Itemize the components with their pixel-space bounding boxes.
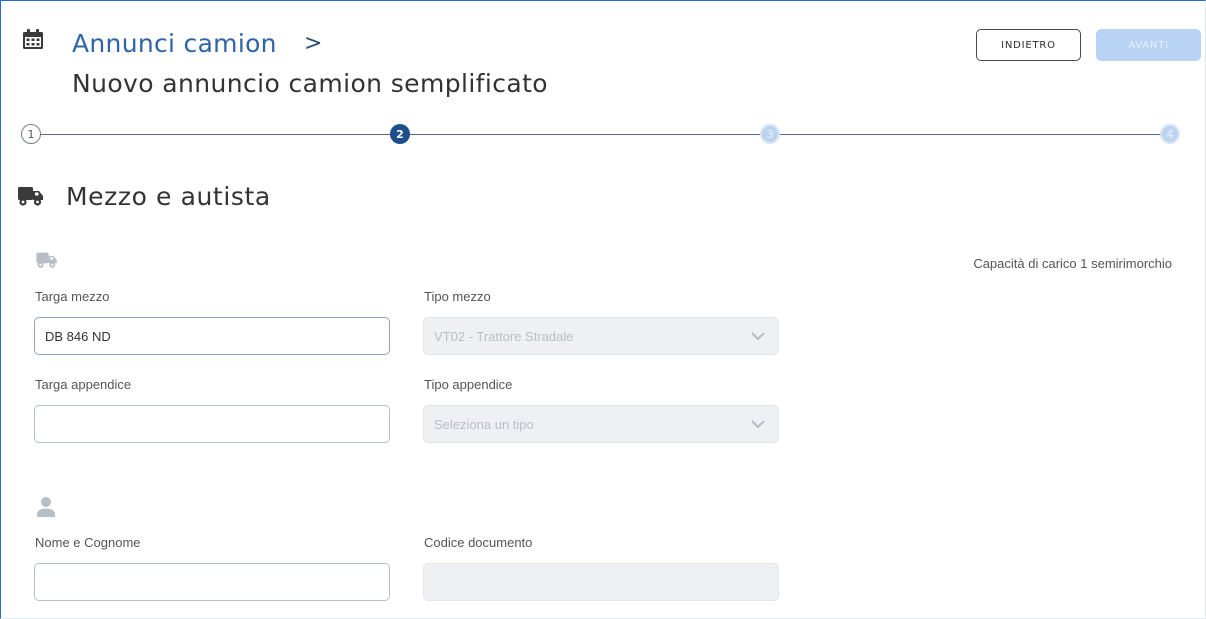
calendar-icon xyxy=(23,29,43,49)
vehicle-type-select[interactable]: VT02 - Trattore Stradale xyxy=(423,317,779,355)
step-2[interactable]: 2 xyxy=(390,124,410,144)
vehicle-truck-icon xyxy=(36,252,57,268)
back-button[interactable]: INDIETRO xyxy=(976,29,1081,61)
section-title: Mezzo e autista xyxy=(66,182,271,211)
vehicle-type-value: VT02 - Trattore Stradale xyxy=(434,328,574,344)
trailer-type-placeholder: Seleziona un tipo xyxy=(434,416,534,432)
person-icon xyxy=(37,497,55,517)
step-4[interactable]: 4 xyxy=(1160,124,1180,144)
plate-input[interactable]: DB 846 ND xyxy=(34,317,390,355)
trailer-plate-input[interactable] xyxy=(34,405,390,443)
trailer-type-label: Tipo appendice xyxy=(424,377,513,392)
plate-label: Targa mezzo xyxy=(35,289,110,304)
stepper-line xyxy=(30,134,1178,135)
document-code-input[interactable] xyxy=(423,563,779,601)
chevron-down-icon xyxy=(751,420,765,429)
page-title: Nuovo annuncio camion semplificato xyxy=(72,69,548,98)
trailer-plate-label: Targa appendice xyxy=(35,377,132,392)
vehicle-type-label: Tipo mezzo xyxy=(424,289,491,304)
step-1[interactable]: 1 xyxy=(21,124,41,144)
truck-icon xyxy=(18,187,43,206)
chevron-down-icon xyxy=(751,332,765,341)
next-button[interactable]: AVANTI xyxy=(1096,29,1201,61)
document-code-label: Codice documento xyxy=(424,535,533,550)
trailer-type-select[interactable]: Seleziona un tipo xyxy=(423,405,779,443)
driver-name-input[interactable] xyxy=(34,563,390,601)
step-3[interactable]: 3 xyxy=(760,124,780,144)
breadcrumb-separator: > xyxy=(304,31,323,56)
breadcrumb-link-annunci-camion[interactable]: Annunci camion xyxy=(72,29,277,58)
capacity-text: Capacità di carico 1 semirimorchio xyxy=(973,256,1172,271)
driver-name-label: Nome e Cognome xyxy=(35,535,141,550)
